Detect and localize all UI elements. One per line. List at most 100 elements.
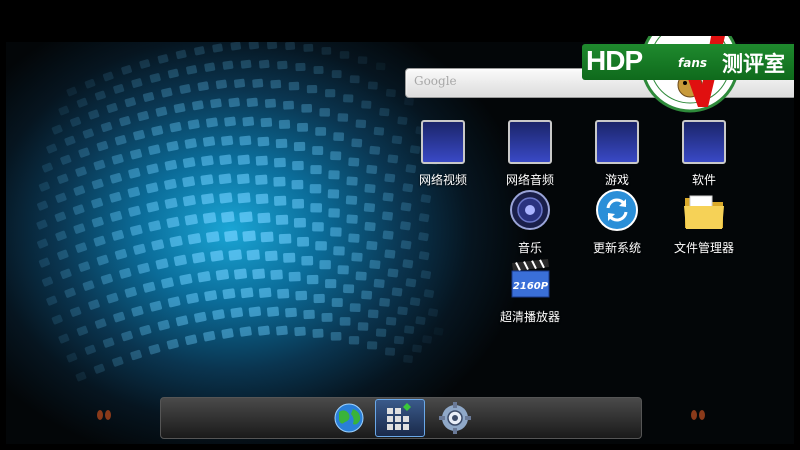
app-file-manager[interactable]: 文件管理器 [659,188,749,256]
wallpaper-cell [330,151,342,161]
wallpaper-cell [155,258,169,270]
wallpaper-cell [167,296,181,308]
wallpaper-cell [309,184,322,194]
wallpaper-cell [277,60,288,70]
wallpaper-cell [133,243,146,255]
wallpaper-cell [100,121,113,133]
wallpaper-cell [420,194,432,204]
wallpaper-cell [194,311,207,323]
wallpaper-cell [433,327,444,336]
wallpaper-cell [405,278,417,288]
wallpaper-cell [54,211,67,222]
wallpaper-cell [219,154,232,165]
wallpaper-cell [202,212,217,224]
browser-globe-icon[interactable] [331,400,367,436]
wallpaper-cell [355,271,367,281]
wallpaper-cell [202,136,216,147]
wallpaper-cell [367,81,378,90]
wallpaper-cell [310,165,322,175]
wallpaper-cell [294,326,306,337]
app-label: 软件 [691,173,716,187]
wallpaper-cell [169,121,182,133]
app-music[interactable]: 音乐 [485,188,575,256]
app-network-video[interactable]: 网络视频 [398,120,488,188]
wallpaper-cell [142,281,156,293]
wallpaper-cell [237,154,250,165]
wallpaper-cell [270,79,282,89]
wallpaper-cell [112,356,124,367]
wallpaper-cell [128,167,141,179]
wallpaper-cell [121,65,133,75]
wallpaper-cell [258,287,272,298]
home-icon[interactable] [24,13,40,29]
wallpaper-cell [285,307,297,318]
wallpaper-cell [257,325,270,336]
left-page-indicator[interactable] [96,408,112,422]
wallpaper-cell [204,62,216,72]
wallpaper-cell [252,78,264,88]
app-games[interactable]: 游戏 [572,120,662,188]
wallpaper-cell [94,90,106,101]
wallpaper-cell [72,204,85,215]
wallpaper-cell [167,68,179,79]
wallpaper-cell [346,176,358,186]
wallpaper-cell [46,143,58,154]
wallpaper-cell [346,214,358,224]
wallpaper-cell [333,246,345,256]
wallpaper-cell [75,371,87,382]
wallpaper-cell [325,279,337,289]
wallpaper-cell [212,309,225,320]
wallpaper-cell [273,176,286,187]
right-page-indicator[interactable] [690,408,706,422]
app-label: 网络视频 [418,173,467,187]
wallpaper-cell [66,86,78,97]
wallpaper-cell [91,216,104,228]
home-screen: Google www.hdpfans.com HDP fans 测评室 网络视频… [0,0,800,450]
wallpaper-cell [355,119,367,129]
app-hd-player[interactable]: 2160P 超清播放器 [485,257,575,325]
wallpaper-cell [255,193,269,205]
app-label: 超清播放器 [499,310,560,324]
wallpaper-cell [375,62,386,71]
game-icon [595,120,639,164]
wallpaper-cell [133,129,145,141]
wallpaper-cell [270,269,283,280]
app-label: 游戏 [604,173,629,187]
wallpaper-cell [260,231,274,243]
wallpaper-cell [182,195,196,207]
wallpaper-cell [348,157,360,167]
wallpaper-cell [164,159,178,171]
wallpaper-cell [276,325,288,336]
wallpaper-cell [173,254,187,267]
wallpaper-cell [60,268,72,279]
wallpaper-cell [400,240,412,250]
wallpaper-cell [187,233,202,245]
wallpaper-cell [246,97,258,108]
wallpaper-cell [333,132,345,142]
wallpaper-cell [343,94,354,103]
app-software[interactable]: 软件 [659,120,749,188]
wallpaper-cell [82,280,95,291]
app-network-audio[interactable]: 网络音频 [485,120,575,188]
wallpaper-cell [337,265,349,275]
wallpaper-cell [130,148,143,160]
wallpaper-cell [301,103,313,113]
wallpaper-cell [328,208,340,218]
wallpaper-cell [210,98,222,109]
wallpaper-cell [137,110,149,122]
wallpaper-cell [36,219,48,230]
wallpaper-cell [84,344,96,355]
app-drawer-icon[interactable] [381,400,417,436]
wallpaper-cell [367,309,379,319]
wallpaper-cell [121,330,133,342]
wallpaper-cell [221,328,234,339]
wallpaper-cell [194,46,205,56]
wallpaper-cell [418,213,430,223]
wallpaper-cell [357,56,368,64]
wallpaper-cell [257,136,270,147]
wallpaper-cell [128,205,141,217]
wallpaper-cell [58,333,70,344]
app-update-system[interactable]: 更新系统 [572,188,662,256]
settings-gear-icon[interactable] [437,400,473,436]
wallpaper-cell [366,240,378,251]
